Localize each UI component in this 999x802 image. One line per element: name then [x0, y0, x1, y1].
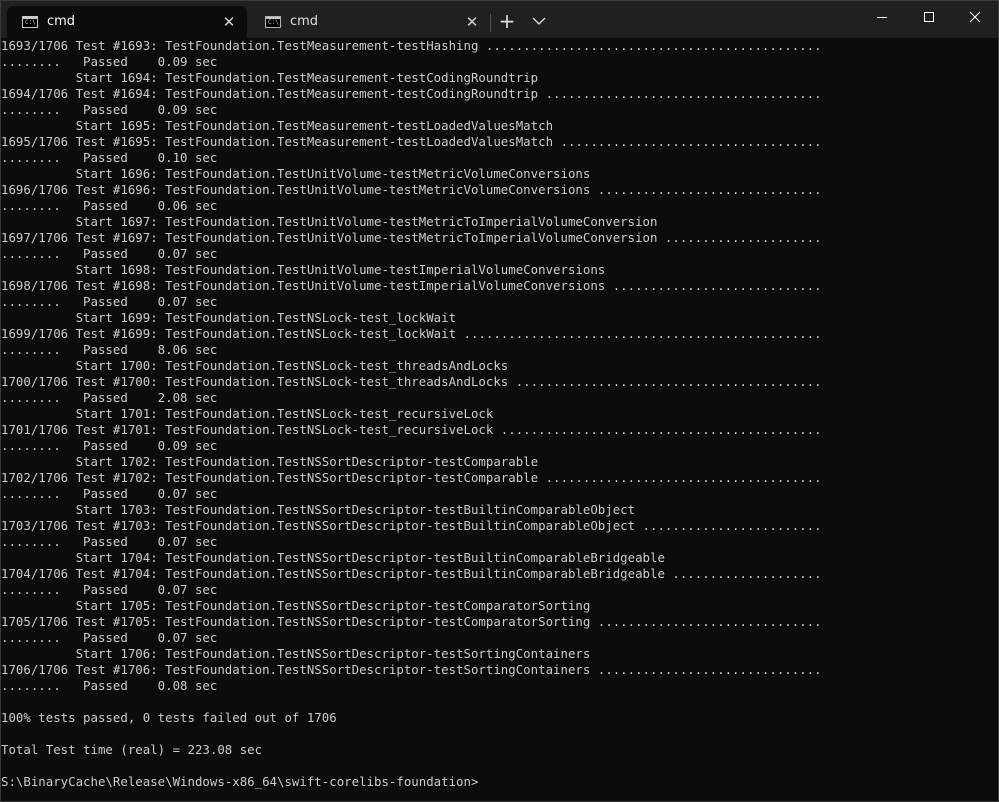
terminal-line: Start 1705: TestFoundation.TestNSSortDes…: [1, 598, 591, 613]
title-bar[interactable]: C:\_ cmd ✕ C:\_ cmd ✕ +: [1, 1, 998, 39]
terminal-line: Start 1699: TestFoundation.TestNSLock-te…: [1, 310, 457, 325]
terminal-line: 1695/1706 Test #1695: TestFoundation.Tes…: [1, 134, 822, 149]
terminal-line: 1704/1706 Test #1704: TestFoundation.Tes…: [1, 566, 822, 581]
terminal-line: ........ Passed 0.09 sec: [1, 54, 218, 69]
terminal-line: Start 1702: TestFoundation.TestNSSortDes…: [1, 454, 539, 469]
terminal-line: 1701/1706 Test #1701: TestFoundation.Tes…: [1, 422, 822, 437]
terminal-line: ........ Passed 0.08 sec: [1, 678, 218, 693]
tab-title: cmd: [290, 14, 319, 29]
minimize-button[interactable]: [859, 1, 905, 39]
terminal-line: ........ Passed 0.09 sec: [1, 102, 218, 117]
new-tab-button[interactable]: +: [495, 9, 519, 33]
tab-cmd-inactive[interactable]: C:\_ cmd ✕: [250, 6, 490, 39]
terminal-line: ........ Passed 0.09 sec: [1, 438, 218, 453]
terminal-line: ........ Passed 0.07 sec: [1, 246, 218, 261]
terminal-line: 1705/1706 Test #1705: TestFoundation.Tes…: [1, 614, 822, 629]
terminal-line: ........ Passed 0.07 sec: [1, 294, 218, 309]
terminal-line: Total Test time (real) = 223.08 sec: [1, 742, 263, 757]
tab-separator: [490, 14, 491, 32]
terminal-line: 1702/1706 Test #1702: TestFoundation.Tes…: [1, 470, 822, 485]
terminal-line: S:\BinaryCache\Release\Windows-x86_64\sw…: [1, 774, 479, 789]
terminal-line: ........ Passed 0.07 sec: [1, 630, 218, 645]
terminal-line: ........ Passed 2.08 sec: [1, 390, 218, 405]
terminal-line: ........ Passed 0.07 sec: [1, 534, 218, 549]
cmd-icon-text: C:\_: [268, 19, 283, 26]
terminal-line: Start 1697: TestFoundation.TestUnitVolum…: [1, 214, 658, 229]
tab-cmd-active[interactable]: C:\_ cmd ✕: [7, 6, 247, 39]
close-tab-icon[interactable]: ✕: [462, 12, 482, 32]
terminal-line: Start 1700: TestFoundation.TestNSLock-te…: [1, 358, 509, 373]
terminal-line: ........ Passed 0.10 sec: [1, 150, 218, 165]
terminal-line: 100% tests passed, 0 tests failed out of…: [1, 710, 337, 725]
terminal-line: 1694/1706 Test #1694: TestFoundation.Tes…: [1, 86, 822, 101]
terminal-line: ........ Passed 0.06 sec: [1, 198, 218, 213]
maximize-icon: [924, 12, 934, 22]
close-icon: [969, 11, 981, 23]
terminal-window: C:\_ cmd ✕ C:\_ cmd ✕ + 1693/1706 Test #…: [0, 0, 999, 802]
terminal-line: Start 1698: TestFoundation.TestUnitVolum…: [1, 262, 606, 277]
terminal-line: Start 1695: TestFoundation.TestMeasureme…: [1, 118, 554, 133]
terminal-line: ........ Passed 0.07 sec: [1, 486, 218, 501]
minimize-icon: [877, 17, 887, 18]
chevron-down-icon[interactable]: [527, 9, 551, 33]
terminal-line: Start 1696: TestFoundation.TestUnitVolum…: [1, 166, 591, 181]
cmd-icon: C:\_: [265, 16, 283, 28]
maximize-button[interactable]: [906, 1, 952, 39]
close-window-button[interactable]: [952, 1, 998, 39]
terminal-line: 1693/1706 Test #1693: TestFoundation.Tes…: [1, 38, 822, 53]
terminal-line: Start 1706: TestFoundation.TestNSSortDes…: [1, 646, 591, 661]
terminal-output[interactable]: 1693/1706 Test #1693: TestFoundation.Tes…: [1, 38, 998, 801]
terminal-line: 1698/1706 Test #1698: TestFoundation.Tes…: [1, 278, 822, 293]
cmd-icon: C:\_: [22, 16, 40, 28]
tab-title: cmd: [47, 14, 76, 29]
terminal-line: 1699/1706 Test #1699: TestFoundation.Tes…: [1, 326, 822, 341]
terminal-line: 1703/1706 Test #1703: TestFoundation.Tes…: [1, 518, 822, 533]
terminal-line: 1696/1706 Test #1696: TestFoundation.Tes…: [1, 182, 822, 197]
terminal-line: ........ Passed 0.07 sec: [1, 582, 218, 597]
terminal-line: 1700/1706 Test #1700: TestFoundation.Tes…: [1, 374, 822, 389]
terminal-line: Start 1703: TestFoundation.TestNSSortDes…: [1, 502, 636, 517]
terminal-line: 1706/1706 Test #1706: TestFoundation.Tes…: [1, 662, 822, 677]
terminal-line: Start 1704: TestFoundation.TestNSSortDes…: [1, 550, 665, 565]
terminal-line: ........ Passed 8.06 sec: [1, 342, 218, 357]
terminal-line: Start 1694: TestFoundation.TestMeasureme…: [1, 70, 539, 85]
terminal-line: 1697/1706 Test #1697: TestFoundation.Tes…: [1, 230, 822, 245]
cmd-icon-text: C:\_: [25, 19, 40, 26]
close-tab-icon[interactable]: ✕: [219, 12, 239, 32]
terminal-line: Start 1701: TestFoundation.TestNSLock-te…: [1, 406, 494, 421]
